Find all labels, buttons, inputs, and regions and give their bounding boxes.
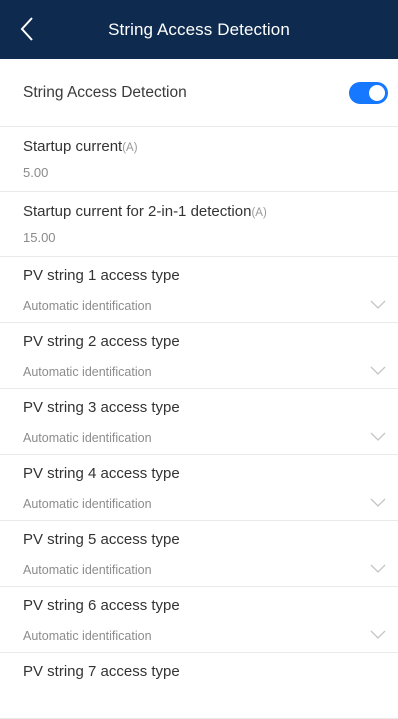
field-title: Startup current for 2-in-1 detection — [23, 203, 252, 220]
select-title: PV string 3 access type — [23, 399, 180, 416]
select-title: PV string 6 access type — [23, 597, 180, 614]
page-title: String Access Detection — [108, 19, 290, 39]
app-header: String Access Detection — [0, 0, 398, 59]
toggle-label: String Access Detection — [23, 83, 187, 101]
toggle-knob — [369, 84, 385, 101]
startup-current-value[interactable]: 5.00 — [23, 165, 375, 180]
pv-string-7-select[interactable]: PV string 7 access type — [0, 653, 398, 719]
select-title: PV string 4 access type — [23, 465, 180, 482]
select-value: Automatic identification — [23, 629, 152, 643]
startup-current-field[interactable]: Startup current(A) 5.00 — [0, 127, 398, 192]
string-access-detection-row: String Access Detection — [0, 59, 398, 127]
startup-current-2in1-field[interactable]: Startup current for 2-in-1 detection(A) … — [0, 192, 398, 257]
chevron-down-icon — [370, 564, 386, 573]
select-title: PV string 1 access type — [23, 267, 180, 284]
back-button[interactable] — [14, 14, 40, 44]
chevron-down-icon — [370, 366, 386, 375]
select-title: PV string 7 access type — [23, 663, 180, 680]
select-value: Automatic identification — [23, 431, 152, 445]
select-value: Automatic identification — [23, 299, 152, 313]
chevron-down-icon — [370, 432, 386, 441]
pv-string-3-select[interactable]: PV string 3 access type Automatic identi… — [0, 389, 398, 455]
field-title: Startup current — [23, 138, 123, 155]
pv-string-5-select[interactable]: PV string 5 access type Automatic identi… — [0, 521, 398, 587]
select-value: Automatic identification — [23, 497, 152, 511]
string-access-detection-toggle[interactable] — [349, 81, 388, 104]
chevron-down-icon — [370, 630, 386, 639]
select-value: Automatic identification — [23, 365, 152, 379]
select-value: Automatic identification — [23, 563, 152, 577]
pv-string-4-select[interactable]: PV string 4 access type Automatic identi… — [0, 455, 398, 521]
select-title: PV string 5 access type — [23, 531, 180, 548]
pv-string-1-select[interactable]: PV string 1 access type Automatic identi… — [0, 257, 398, 323]
startup-current-2in1-value[interactable]: 15.00 — [23, 230, 375, 245]
field-unit: (A) — [122, 142, 138, 154]
chevron-down-icon — [370, 498, 386, 507]
chevron-left-icon — [20, 17, 33, 41]
pv-string-6-select[interactable]: PV string 6 access type Automatic identi… — [0, 587, 398, 653]
select-title: PV string 2 access type — [23, 333, 180, 350]
field-unit: (A) — [251, 207, 267, 219]
chevron-down-icon — [370, 300, 386, 309]
pv-string-2-select[interactable]: PV string 2 access type Automatic identi… — [0, 323, 398, 389]
